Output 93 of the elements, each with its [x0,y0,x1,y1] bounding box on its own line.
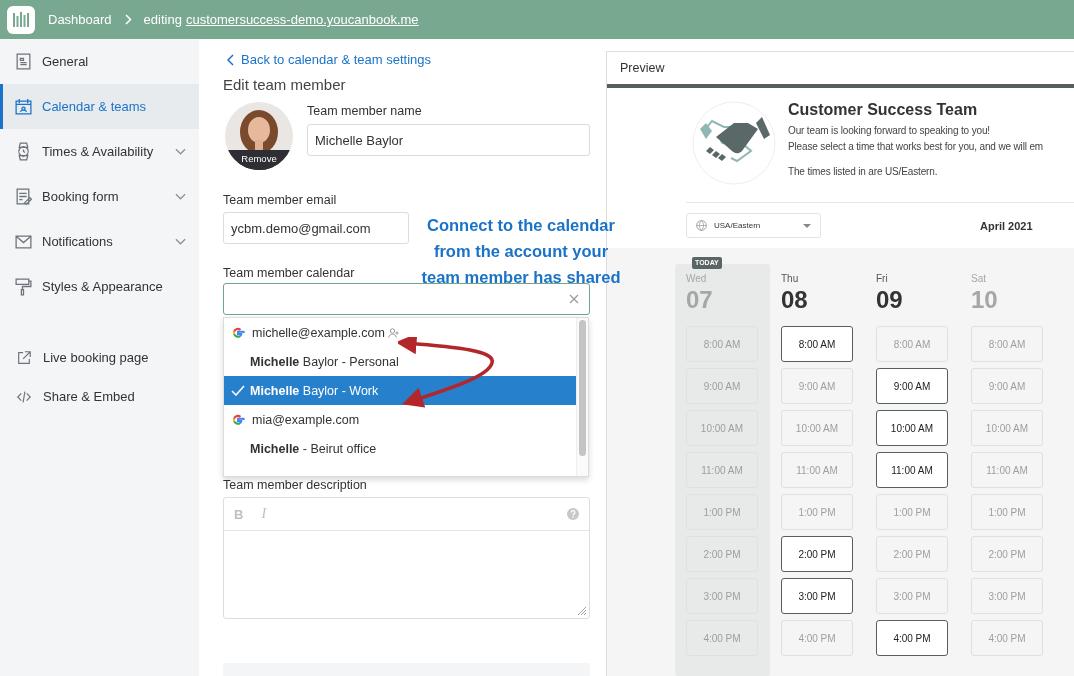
time-slot: 8:00 AM [971,326,1043,362]
editing-label: editing [143,12,182,27]
clear-icon[interactable] [569,294,579,304]
time-slot: 11:00 AM [686,452,758,488]
intro-text: Please select a time that works best for you, and we will em [788,141,1043,152]
external-link-icon [16,349,32,366]
team-name: Customer Success Team [788,101,979,119]
globe-icon [696,220,707,231]
dropdown-option[interactable]: Michelle Baylor - Personal [224,347,576,376]
email-field[interactable]: ycbm.demo@gmail.com [223,212,409,244]
date-label: 07 [686,286,714,314]
time-slot: 1:00 PM [686,494,758,530]
resize-grip-icon[interactable] [577,606,587,616]
sidebar-link[interactable]: Live booking page [0,338,199,377]
intro-text: Our team is looking forward to speaking to you! [788,125,991,136]
sidebar-item[interactable]: Styles & Appearance [0,264,199,309]
time-slot: 4:00 PM [971,620,1043,656]
time-slot: 2:00 PM [876,536,948,572]
calendar-select[interactable] [223,283,590,315]
logo-icon[interactable] [7,5,35,34]
dropdown-option[interactable]: mia@example.com [224,405,576,434]
panel-title: Preview [620,61,665,75]
time-slot: 9:00 AM [781,368,853,404]
date-label: 10 [971,286,999,314]
chevron-left-icon [227,53,234,66]
checkmark-icon [231,385,245,396]
field-label: Team member email [223,193,337,207]
time-slot: 3:00 PM [971,578,1043,614]
sidebar-item[interactable]: Times & Availability [0,129,199,174]
time-slot: 9:00 AM [686,368,758,404]
sidebar-item[interactable]: Booking form [0,174,199,219]
time-slot[interactable]: 4:00 PM [876,620,948,656]
sidebar-item[interactable]: Notifications [0,219,199,264]
weekday-label: Thu [781,273,800,284]
date-label: 08 [781,286,809,314]
name-field[interactable]: Michelle Baylor [307,124,590,156]
time-slot: 2:00 PM [686,536,758,572]
time-slot[interactable]: 9:00 AM [876,368,948,404]
time-slot: 1:00 PM [971,494,1043,530]
dropdown-option[interactable]: Michelle - Beirut office [224,434,576,463]
time-slot[interactable]: 3:00 PM [781,578,853,614]
time-slot: 1:00 PM [781,494,853,530]
google-icon [231,325,245,340]
time-slot[interactable]: 8:00 AM [781,326,853,362]
sidebar-item[interactable]: General [0,39,199,84]
chevron-down-icon [175,193,186,200]
timezone-note: The times listed in are US/Eastern. [788,166,939,177]
weekday-label: Sat [971,273,987,284]
dropdown-option[interactable]: michelle@example.com [224,318,576,347]
field-label: Team member name [307,104,422,118]
weekday-label: Fri [876,273,889,284]
calendar-icon [14,97,33,116]
time-slot: 4:00 PM [686,620,758,656]
time-slot: 3:00 PM [876,578,948,614]
chevron-down-icon [175,148,186,155]
timezone-select[interactable]: USA/Eastern [686,213,821,238]
caret-icon [803,223,811,228]
page-heading: Edit team member [223,76,347,93]
time-slot: 2:00 PM [971,536,1043,572]
help-icon[interactable] [567,508,579,520]
chevron-right-icon [124,14,132,25]
sidebar-link[interactable]: Share & Embed [0,377,199,416]
time-slot[interactable]: 2:00 PM [781,536,853,572]
time-slot: 11:00 AM [781,452,853,488]
annotation-text: Connect to the calendar from the account your team member has shared [420,215,622,288]
month-label: April 2021 [980,219,1033,232]
roller-icon [14,277,33,296]
field-label: Team member description [223,478,367,492]
avatar[interactable]: Remove [225,102,293,170]
time-slot: 8:00 AM [686,326,758,362]
time-slot: 8:00 AM [876,326,948,362]
time-slot[interactable]: 11:00 AM [876,452,948,488]
back-link[interactable]: Back to calendar & team settings [227,52,590,67]
date-label: 09 [876,286,904,314]
form-icon [14,187,33,206]
weekday-label: Wed [686,273,708,284]
shared-person-icon [387,327,400,338]
general-icon [14,52,33,71]
time-slot: 10:00 AM [971,410,1043,446]
field-label: Team member calendar [223,266,355,280]
time-slot: 4:00 PM [781,620,853,656]
scrollbar-thumb[interactable] [579,320,586,456]
time-slot: 9:00 AM [971,368,1043,404]
sidebar-item[interactable]: Calendar & teams [0,84,199,129]
dropdown-option[interactable]: Michelle Baylor - Work [224,376,576,405]
time-slot: 11:00 AM [971,452,1043,488]
time-slot: 10:00 AM [781,410,853,446]
chevron-down-icon [175,238,186,245]
time-slot[interactable]: 10:00 AM [876,410,948,446]
time-slot: 10:00 AM [686,410,758,446]
google-icon [231,412,245,427]
time-slot: 3:00 PM [686,578,758,614]
time-slot: 1:00 PM [876,494,948,530]
